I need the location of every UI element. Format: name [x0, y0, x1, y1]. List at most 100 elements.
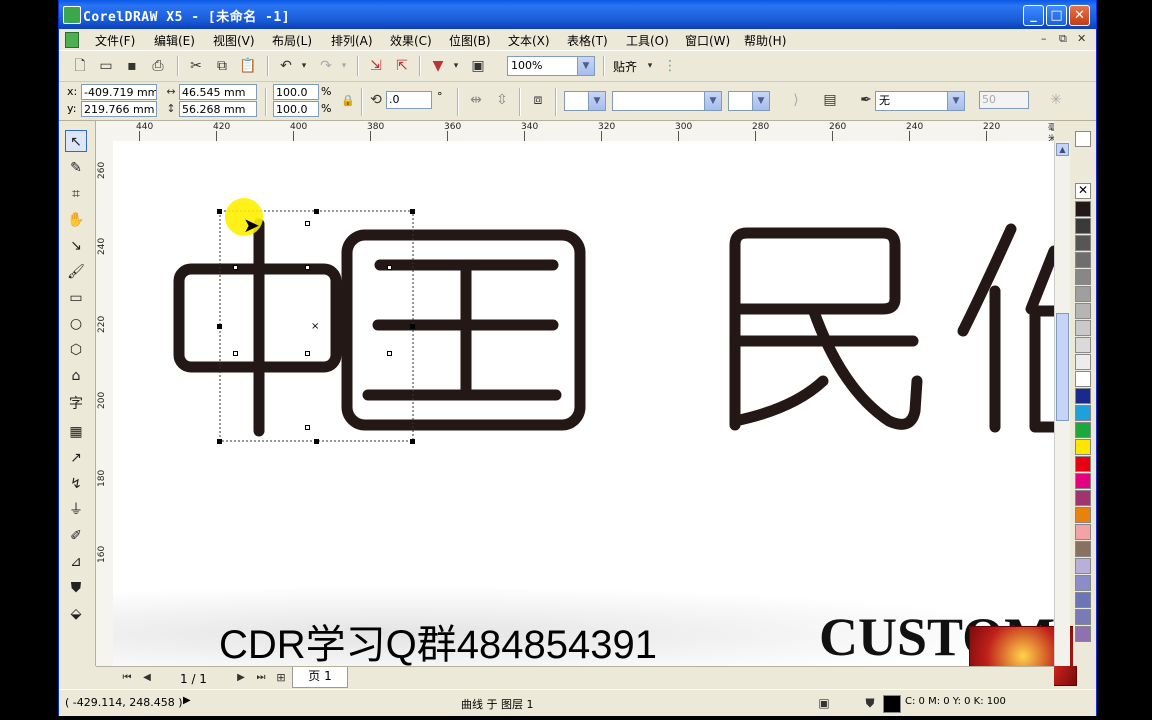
color-swatch[interactable]: [1075, 235, 1091, 251]
export-icon[interactable]: ⇱: [393, 57, 411, 75]
zoom-level-select[interactable]: 100% ▼: [507, 56, 595, 76]
menu-edit[interactable]: 编辑(E): [154, 32, 195, 49]
no-color-swatch[interactable]: ✕: [1075, 183, 1091, 199]
shape-tool-icon[interactable]: ✎: [65, 157, 87, 179]
color-swatch[interactable]: [1075, 218, 1091, 234]
menu-file[interactable]: 文件(F): [95, 32, 135, 49]
color-swatch[interactable]: [1075, 439, 1091, 455]
pan-tool-icon[interactable]: ✋: [65, 209, 87, 231]
menu-effects[interactable]: 效果(C): [390, 32, 432, 49]
blend-tool-icon[interactable]: ⏚: [65, 499, 87, 521]
freehand-tool-icon[interactable]: ↘: [65, 235, 87, 257]
smart-fill-tool-icon[interactable]: 🖌: [65, 261, 87, 283]
lock-ratio-icon[interactable]: 🔒: [339, 92, 357, 110]
doc-minimize-icon[interactable]: –: [1041, 32, 1047, 45]
color-swatch[interactable]: [1075, 286, 1091, 302]
rectangle-tool-icon[interactable]: ▭: [65, 287, 87, 309]
menu-text[interactable]: 文本(X): [508, 32, 550, 49]
text-tool-icon[interactable]: 字: [65, 393, 87, 415]
snap-dropdown-icon[interactable]: ▾: [641, 57, 659, 75]
menu-bitmaps[interactable]: 位图(B): [449, 32, 491, 49]
menu-help[interactable]: 帮助(H): [744, 32, 786, 49]
close-curve-icon[interactable]: ⟩: [787, 91, 805, 109]
color-swatch[interactable]: [1075, 490, 1091, 506]
color-swatch[interactable]: [1075, 507, 1091, 523]
line-style-end-select[interactable]: ▼: [728, 91, 770, 111]
wrap-text-icon[interactable]: ▤: [821, 91, 839, 109]
welcome-screen-icon[interactable]: ▣: [469, 57, 487, 75]
y-position-field[interactable]: 219.766 mm: [81, 101, 157, 117]
curve-node[interactable]: [305, 351, 310, 356]
selection-handle[interactable]: [217, 209, 222, 214]
table-tool-icon[interactable]: ▦: [65, 421, 87, 443]
open-icon[interactable]: ▭: [97, 57, 115, 75]
color-swatch[interactable]: [1075, 473, 1091, 489]
width-field[interactable]: 46.545 mm: [179, 84, 257, 100]
menu-view[interactable]: 视图(V): [213, 32, 255, 49]
color-swatch[interactable]: [1075, 592, 1091, 608]
scale-height-field[interactable]: 100.0: [273, 101, 319, 117]
color-swatch[interactable]: [1075, 456, 1091, 472]
eyedropper-tool-icon[interactable]: ✐: [65, 525, 87, 547]
fill-tool-icon[interactable]: ⛊: [65, 577, 87, 599]
previous-page-icon[interactable]: ◀: [138, 669, 156, 687]
page-tab[interactable]: 页 1: [292, 667, 348, 688]
node-options-icon[interactable]: ✳: [1047, 91, 1065, 109]
color-swatch[interactable]: [1075, 320, 1091, 336]
selection-handle[interactable]: [410, 209, 415, 214]
miter-limit-field[interactable]: 50: [979, 91, 1029, 109]
first-page-icon[interactable]: ⏮: [118, 669, 136, 687]
redo-icon[interactable]: ↷: [317, 57, 335, 75]
line-style-start-select[interactable]: ▼: [564, 91, 606, 111]
vertical-scrollbar[interactable]: ▲: [1054, 141, 1070, 666]
glyph-su[interactable]: [957, 223, 1054, 433]
minimize-button[interactable]: _: [1023, 5, 1044, 26]
mirror-vertical-icon[interactable]: ⇳: [493, 91, 511, 109]
doc-restore-icon[interactable]: ⧉: [1059, 32, 1067, 46]
add-page-icon[interactable]: ⊞: [272, 669, 290, 687]
coreldraw-app-icon[interactable]: [63, 6, 81, 24]
height-field[interactable]: 56.268 mm: [179, 101, 257, 117]
options-icon[interactable]: ⋮: [661, 57, 679, 75]
curve-node[interactable]: [305, 425, 310, 430]
snap-to-button[interactable]: 贴齐: [613, 58, 637, 75]
curve-node[interactable]: [305, 221, 310, 226]
mirror-horizontal-icon[interactable]: ⇹: [467, 91, 485, 109]
undo-dropdown-icon[interactable]: ▾: [295, 57, 313, 75]
vertical-ruler[interactable]: 260 240 220 200 180 160: [96, 141, 114, 666]
color-swatch[interactable]: [1075, 422, 1091, 438]
polygon-tool-icon[interactable]: ⬡: [65, 339, 87, 361]
curve-node[interactable]: [233, 265, 238, 270]
document-icon[interactable]: [65, 32, 79, 48]
color-swatch[interactable]: [1075, 252, 1091, 268]
curve-node[interactable]: [387, 351, 392, 356]
color-swatch[interactable]: [1075, 626, 1091, 642]
color-swatch[interactable]: [1075, 524, 1091, 540]
palette-scroll-up-icon[interactable]: [1075, 131, 1091, 147]
doc-close-icon[interactable]: ✕: [1077, 32, 1086, 45]
close-button[interactable]: ✕: [1069, 5, 1090, 26]
outline-width-select[interactable]: 无 ▼: [875, 91, 965, 111]
connector-tool-icon[interactable]: ↯: [65, 473, 87, 495]
color-swatch[interactable]: [1075, 354, 1091, 370]
selection-handle[interactable]: [314, 209, 319, 214]
rotation-center-icon[interactable]: ×: [311, 321, 319, 332]
redo-dropdown-icon[interactable]: ▾: [335, 57, 353, 75]
color-swatch[interactable]: [1075, 337, 1091, 353]
new-document-icon[interactable]: 🗋: [71, 57, 89, 75]
ellipse-tool-icon[interactable]: ○: [65, 313, 87, 335]
color-swatch[interactable]: [1075, 303, 1091, 319]
basic-shapes-tool-icon[interactable]: ⌂: [65, 365, 87, 387]
application-launcher-icon[interactable]: ▼: [429, 57, 447, 75]
interactive-fill-tool-icon[interactable]: ⬙: [65, 603, 87, 625]
curve-node[interactable]: [233, 351, 238, 356]
scroll-up-icon[interactable]: ▲: [1056, 143, 1069, 156]
color-swatch[interactable]: [1075, 269, 1091, 285]
expand-arrow-icon[interactable]: ▶: [183, 695, 191, 706]
color-swatch[interactable]: [1075, 541, 1091, 557]
launcher-dropdown-icon[interactable]: ▾: [447, 57, 465, 75]
fill-color-swatch[interactable]: [883, 695, 901, 713]
menu-tools[interactable]: 工具(O): [626, 32, 669, 49]
color-swatch[interactable]: [1075, 609, 1091, 625]
selection-handle[interactable]: [314, 439, 319, 444]
